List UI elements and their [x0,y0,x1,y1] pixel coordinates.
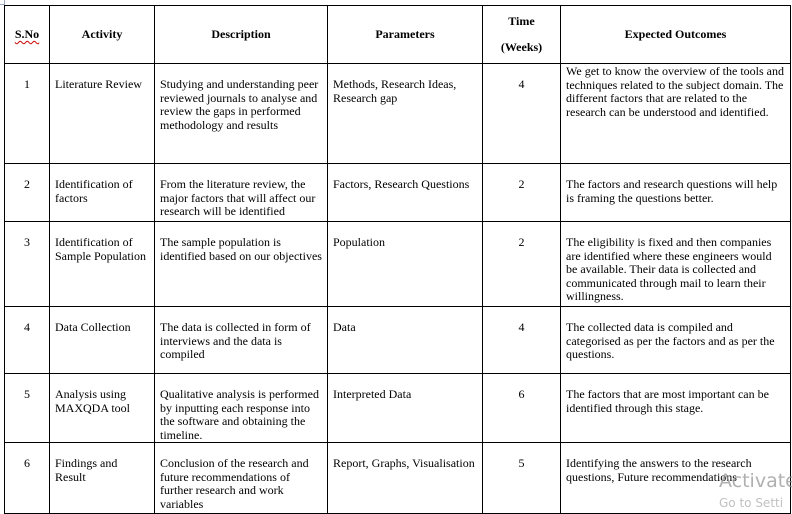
cell-description: Conclusion of the research and future re… [154,442,328,514]
description-value: The data is collected in form of intervi… [160,320,311,361]
parameters-value: Factors, Research Questions [333,177,470,191]
cell-parameters: Factors, Research Questions [327,163,483,222]
sno-value: 5 [24,387,30,401]
cell-description: The data is collected in form of intervi… [154,306,328,374]
outcomes-value: The factors and research questions will … [566,177,778,205]
header-sno: S.No [4,5,50,64]
cell-description: From the literature review, the major fa… [154,163,328,222]
outcomes-value: The eligibility is fixed and then compan… [566,235,772,303]
cell-outcomes: The factors and research questions will … [560,163,791,222]
time-value: 2 [518,235,525,249]
cell-outcomes: The factors that are most important can … [560,373,791,443]
cell-outcomes: We get to know the overview of the tools… [560,63,791,164]
header-sno-label: S.No [14,26,40,41]
research-plan-table: S.No Activity Description Parameters Tim… [4,5,791,514]
header-parameters: Parameters [327,5,483,64]
cell-description: Qualitative analysis is performed by inp… [154,373,328,443]
cell-sno: 3 [4,221,50,307]
sno-value: 2 [24,177,30,191]
outcomes-value: The factors that are most important can … [566,387,769,415]
cell-outcomes: The eligibility is fixed and then compan… [560,221,791,307]
cell-activity: Identification of factors [49,163,155,222]
description-value: Studying and understanding peer reviewed… [160,77,319,132]
header-activity: Activity [49,5,155,64]
cell-description: Studying and understanding peer reviewed… [154,63,328,164]
parameters-value: Report, Graphs, Visualisation [333,456,475,470]
parameters-value: Methods, Research Ideas, Research gap [333,77,457,105]
cell-sno: 4 [4,306,50,374]
cell-outcomes: The collected data is compiled and categ… [560,306,791,374]
cell-sno: 6 [4,442,50,514]
description-value: Qualitative analysis is performed by inp… [160,387,319,442]
header-outcomes: Expected Outcomes [560,5,791,64]
cell-activity: Identification of Sample Population [49,221,155,307]
parameters-value: Data [333,320,356,334]
outcomes-value: The collected data is compiled and categ… [566,320,775,361]
cell-activity: Literature Review [49,63,155,164]
cell-activity: Findings and Result [49,442,155,514]
description-value: From the literature review, the major fa… [160,177,316,218]
header-description: Description [154,5,328,64]
activation-watermark-title: Activate [719,470,792,492]
cell-sno: 5 [4,373,50,443]
time-value: 4 [518,320,525,334]
activity-value: Data Collection [55,320,131,334]
table-row: 1 Literature Review Studying and underst… [4,63,791,164]
cell-sno: 2 [4,163,50,222]
table-row: 4 Data Collection The data is collected … [4,306,791,374]
description-value: The sample population is identified base… [160,235,322,263]
cell-sno: 1 [4,63,50,164]
header-time: Time (Weeks) [482,5,561,64]
cell-time: 6 [482,373,561,443]
cell-parameters: Interpreted Data [327,373,483,443]
header-time-line1: Time [508,14,535,28]
outcomes-value: We get to know the overview of the tools… [566,64,784,119]
table-row: 2 Identification of factors From the lit… [4,163,791,222]
cell-activity: Data Collection [49,306,155,374]
activity-value: Findings and Result [55,456,118,484]
time-value: 4 [518,77,525,91]
cell-parameters: Data [327,306,483,374]
sno-value: 1 [24,77,30,91]
table-row: 5 Analysis using MAXQDA tool Qualitative… [4,373,791,443]
parameters-value: Population [333,235,386,249]
table-row: 3 Identification of Sample Population Th… [4,221,791,307]
cell-parameters: Population [327,221,483,307]
parameters-value: Interpreted Data [333,387,412,401]
time-value: 2 [518,177,525,191]
description-value: Conclusion of the research and future re… [160,456,309,511]
cell-time: 4 [482,306,561,374]
header-row: S.No Activity Description Parameters Tim… [4,5,791,64]
activation-watermark-subtitle: Go to Setti [719,496,784,510]
time-value: 6 [518,387,525,401]
cell-parameters: Report, Graphs, Visualisation [327,442,483,514]
sno-value: 6 [24,456,30,470]
activity-value: Identification of factors [55,177,133,205]
cell-parameters: Methods, Research Ideas, Research gap [327,63,483,164]
sno-value: 3 [24,235,30,249]
cell-time: 2 [482,163,561,222]
cell-description: The sample population is identified base… [154,221,328,307]
cell-activity: Analysis using MAXQDA tool [49,373,155,443]
time-value: 5 [518,456,525,470]
cell-time: 4 [482,63,561,164]
cell-time: 2 [482,221,561,307]
activity-value: Identification of Sample Population [55,235,146,263]
cell-time: 5 [482,442,561,514]
activity-value: Literature Review [55,77,142,91]
activity-value: Analysis using MAXQDA tool [55,387,131,415]
table-row: 6 Findings and Result Conclusion of the … [4,442,791,514]
sno-value: 4 [24,320,30,334]
header-time-line2: (Weeks) [500,39,543,54]
